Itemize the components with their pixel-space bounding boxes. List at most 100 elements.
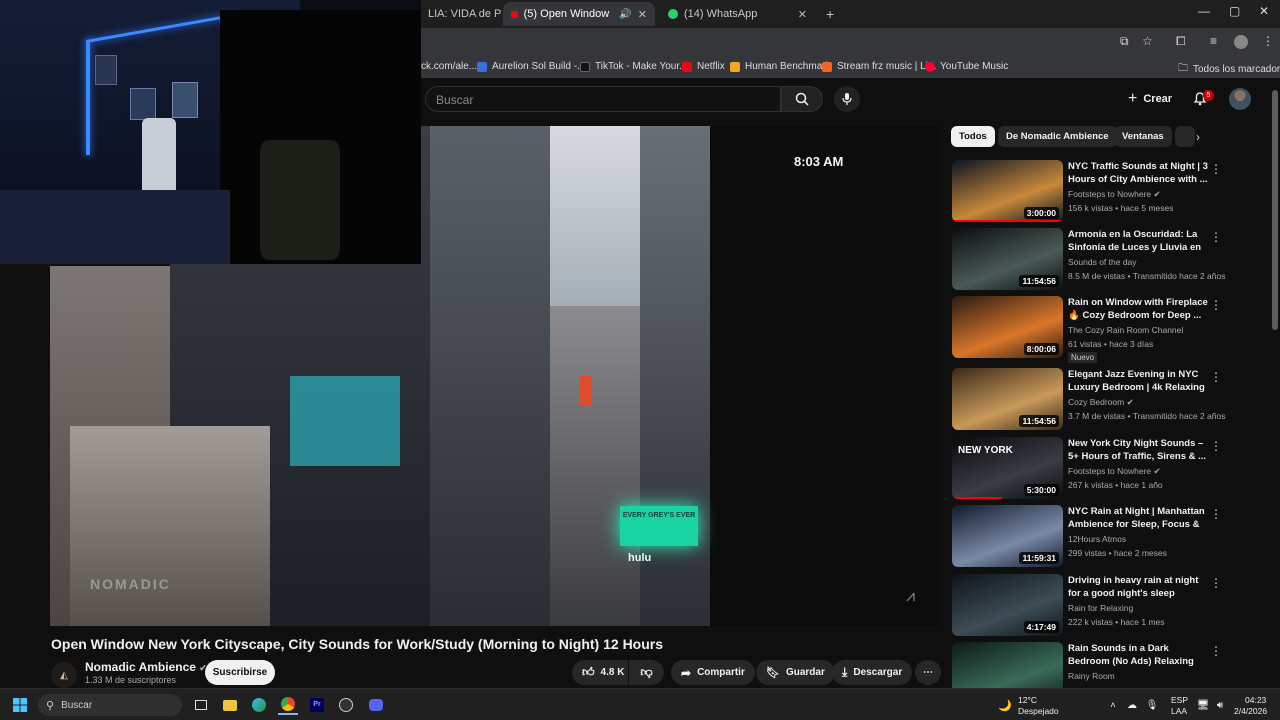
obs-icon[interactable] xyxy=(336,695,356,715)
bookmark-star-icon[interactable]: ☆ xyxy=(1142,34,1153,48)
more-actions-button[interactable]: ⋯ xyxy=(915,660,941,685)
windows-start-icon[interactable] xyxy=(10,695,30,715)
download-button[interactable]: ⤓ Descargar xyxy=(832,660,913,685)
more-options-icon[interactable]: ⋮ xyxy=(1210,439,1222,453)
chip-from-channel[interactable]: De Nomadic Ambience xyxy=(998,126,1117,147)
video-thumbnail[interactable]: 11:54:56 xyxy=(952,228,1063,290)
maximize-icon[interactable]: ▢ xyxy=(1229,4,1240,18)
bookmark-item[interactable]: Stream frz music | Li... xyxy=(822,61,936,72)
chevron-right-icon[interactable]: › xyxy=(1196,130,1200,144)
video-thumbnail[interactable]: 8:00:06 xyxy=(952,296,1063,358)
recommended-video-title[interactable]: Elegant Jazz Evening in NYC Luxury Bedro… xyxy=(1068,368,1208,395)
more-options-icon[interactable]: ⋮ xyxy=(1210,644,1222,658)
recommended-channel-name[interactable]: Footsteps to Nowhere ✔ xyxy=(1068,466,1161,477)
recommended-channel-name[interactable]: Rainy Room xyxy=(1068,671,1115,681)
recommended-video-title[interactable]: Driving in heavy rain at night for a goo… xyxy=(1068,574,1208,600)
subscribe-button[interactable]: Suscribirse xyxy=(205,660,275,685)
more-options-icon[interactable]: ⋮ xyxy=(1210,298,1222,312)
file-explorer-icon[interactable] xyxy=(220,695,240,715)
video-frame-billboard: EVERY GREY'S EVER xyxy=(620,506,698,546)
clock-time[interactable]: 04:23 xyxy=(1245,695,1266,705)
video-thumbnail[interactable]: 3:00:00 xyxy=(952,160,1063,222)
reading-list-icon[interactable]: ≡ xyxy=(1210,34,1217,48)
mic-tray-icon[interactable]: 🎙︎ xyxy=(1142,695,1162,715)
recommended-video-title[interactable]: Armonía en la Oscuridad: La Sinfonía de … xyxy=(1068,228,1208,255)
recommended-video[interactable]: 8:00:06 Rain on Window with Fireplace 🔥 C… xyxy=(952,296,1227,363)
bookmark-item[interactable]: YouTube Music xyxy=(925,61,1008,72)
profile-icon[interactable] xyxy=(1234,35,1248,49)
search-button[interactable] xyxy=(781,86,823,112)
voice-search-button[interactable] xyxy=(834,86,860,112)
chip-partial[interactable] xyxy=(1175,126,1195,147)
recommended-channel-name[interactable]: 12Hours Atmos xyxy=(1068,534,1126,544)
recommended-video[interactable]: NEW YORK 5:30:00 New York City Night Sound… xyxy=(952,437,1227,501)
recommended-video-title[interactable]: NYC Traffic Sounds at Night | 3 Hours of… xyxy=(1068,160,1208,186)
task-view-icon[interactable] xyxy=(191,695,211,715)
more-options-icon[interactable]: ⋮ xyxy=(1210,162,1222,176)
volume-icon[interactable]: 🔊︎ xyxy=(1210,695,1230,715)
recommended-channel-name[interactable]: Rain for Relaxing xyxy=(1068,603,1133,613)
channel-avatar[interactable]: ◭ xyxy=(51,662,77,688)
browser-tab-active[interactable]: (5) Open Window New York 🔊 ✕ xyxy=(503,2,655,26)
more-options-icon[interactable]: ⋮ xyxy=(1210,370,1222,384)
recommended-channel-name[interactable]: Footsteps to Nowhere ✔ xyxy=(1068,189,1161,200)
page-scrollbar[interactable] xyxy=(1272,90,1278,330)
share-button[interactable]: ➦ Compartir xyxy=(671,660,755,685)
edge-icon[interactable] xyxy=(249,695,269,715)
bookmark-item[interactable]: Netflix xyxy=(682,61,725,72)
more-options-icon[interactable]: ⋮ xyxy=(1210,507,1222,521)
more-options-icon[interactable]: ⋮ xyxy=(1210,230,1222,244)
bookmark-item[interactable]: TikTok - Make Your... xyxy=(580,61,687,72)
search-input[interactable]: Buscar xyxy=(425,86,781,112)
dislike-button[interactable]: 👎︎ xyxy=(629,660,664,685)
speaker-icon[interactable]: 🔊 xyxy=(619,9,631,20)
browser-tab[interactable]: LIA: VIDA de P ✕ xyxy=(420,2,502,26)
create-button[interactable]: + Crear xyxy=(1128,90,1172,108)
chrome-icon[interactable] xyxy=(278,695,298,715)
all-bookmarks-button[interactable]: 🗀Todos los marcadores xyxy=(1178,61,1280,78)
recommended-video-title[interactable]: Rain Sounds in a Dark Bedroom (No Ads) R… xyxy=(1068,642,1208,669)
new-tab-button[interactable]: + xyxy=(818,2,838,26)
recommended-video[interactable]: 11:54:56 Elegant Jazz Evening in NYC Luxu… xyxy=(952,368,1227,432)
user-avatar[interactable] xyxy=(1229,88,1251,110)
taskbar-search-input[interactable]: ⚲ Buscar xyxy=(38,694,182,716)
bookmark-item[interactable]: Human Benchmark xyxy=(730,61,831,72)
bookmark-item[interactable]: ck.com/ale... xyxy=(421,61,477,72)
menu-kebab-icon[interactable]: ⋮ xyxy=(1262,34,1274,48)
video-thumbnail[interactable]: 4:17:49 xyxy=(952,574,1063,636)
video-thumbnail[interactable]: 11:54:56 xyxy=(952,368,1063,430)
cast-icon[interactable]: ⧉ xyxy=(1120,34,1129,49)
weather-moon-icon[interactable]: 🌙 xyxy=(995,695,1015,715)
recommended-video[interactable]: 11:54:56 Armonía en la Oscuridad: La Sinf… xyxy=(952,228,1227,292)
chip-windows[interactable]: Ventanas xyxy=(1114,126,1172,147)
channel-name[interactable]: Nomadic Ambience ✔ xyxy=(85,660,207,674)
discord-icon[interactable] xyxy=(366,695,386,715)
recommended-video-title[interactable]: NYC Rain at Night | Manhattan Ambience f… xyxy=(1068,505,1208,532)
chip-all[interactable]: Todos xyxy=(951,126,995,147)
more-options-icon[interactable]: ⋮ xyxy=(1210,576,1222,590)
tray-chevron-icon[interactable]: ˄ xyxy=(1103,695,1123,715)
video-thumbnail[interactable]: 11:59:31 xyxy=(952,505,1063,567)
save-button[interactable]: 🔖︎ Guardar xyxy=(756,660,835,685)
recommended-video-title[interactable]: New York City Night Sounds – 5+ Hours of… xyxy=(1068,437,1208,463)
close-tab-icon[interactable]: ✕ xyxy=(798,8,807,21)
extensions-icon[interactable]: ⧠ xyxy=(1176,34,1186,49)
close-window-icon[interactable]: ✕ xyxy=(1259,4,1269,18)
bookmark-item[interactable]: Aurelion Sol Build -... xyxy=(477,61,585,72)
recommended-channel-name[interactable]: Sounds of the day xyxy=(1068,257,1137,267)
video-thumbnail[interactable]: NEW YORK 5:30:00 xyxy=(952,437,1063,499)
recommended-channel-name[interactable]: The Cozy Rain Room Channel xyxy=(1068,325,1183,335)
premiere-icon[interactable]: Pr xyxy=(307,695,327,715)
browser-tab[interactable]: (14) WhatsApp ✕ xyxy=(660,2,815,26)
recommended-video-title[interactable]: Rain on Window with Fireplace 🔥 Cozy Bed… xyxy=(1068,296,1208,322)
like-button[interactable]: 👍︎ 4.8 K xyxy=(572,660,628,685)
minimize-icon[interactable]: — xyxy=(1198,4,1210,18)
recommended-channel-name[interactable]: Cozy Bedroom ✔ xyxy=(1068,397,1134,408)
recommended-video[interactable]: 4:17:49 Driving in heavy rain at night fo… xyxy=(952,574,1227,638)
close-tab-icon[interactable]: ✕ xyxy=(638,8,647,21)
input-language[interactable]: ESP xyxy=(1171,695,1188,705)
recommended-video[interactable]: 11:59:31 NYC Rain at Night | Manhattan Am… xyxy=(952,505,1227,569)
download-icon: ⤓ xyxy=(842,665,848,679)
onedrive-icon[interactable]: ☁ xyxy=(1122,695,1142,715)
recommended-video[interactable]: 3:00:00 NYC Traffic Sounds at Night | 3 H… xyxy=(952,160,1227,224)
